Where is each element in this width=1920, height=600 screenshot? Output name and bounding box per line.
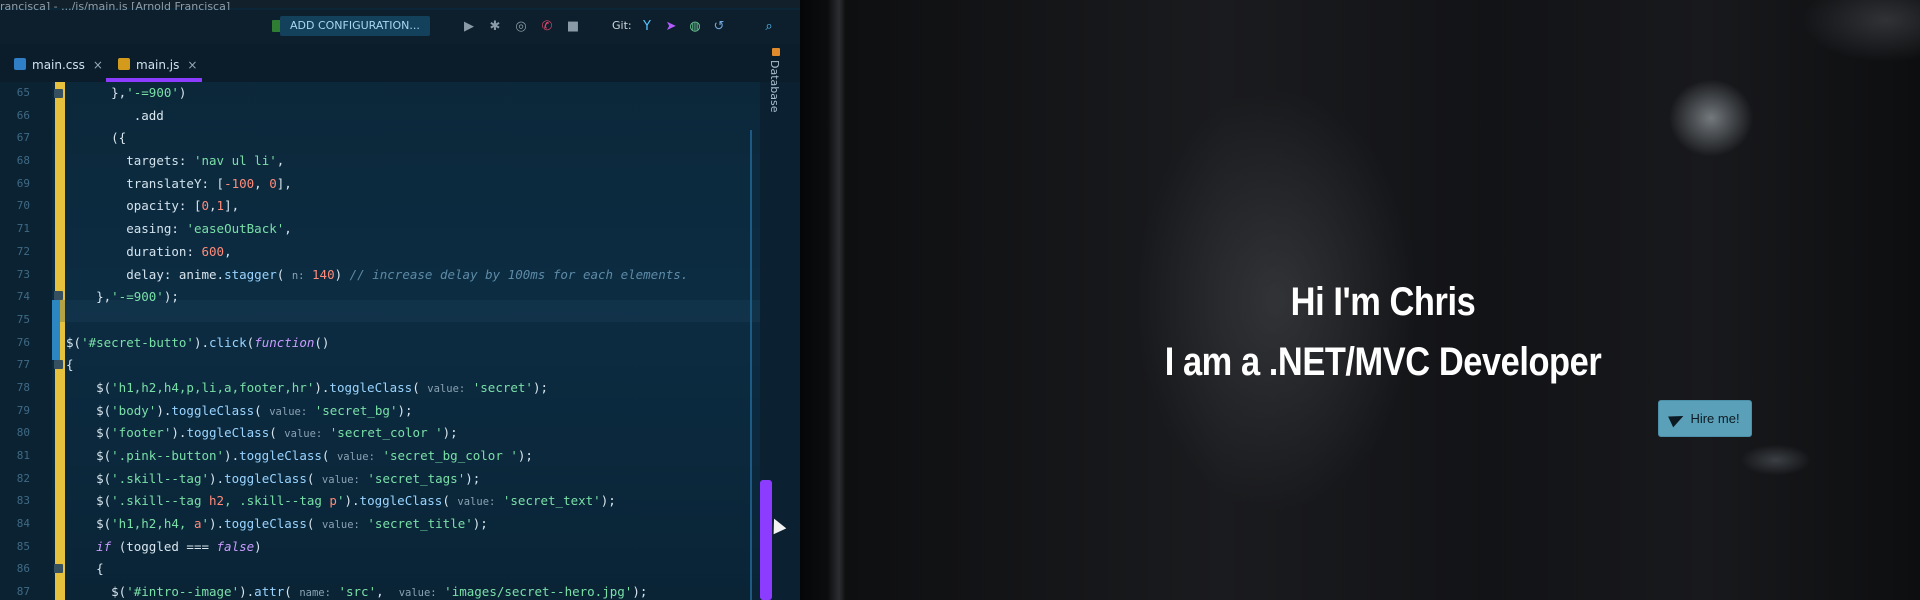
git-branch-icon: Y <box>643 19 651 34</box>
push-icon: ➤ <box>665 19 677 34</box>
line-number: 86 <box>16 562 30 576</box>
hero-greeting: Hi I'm Chris <box>1290 280 1476 324</box>
line-number: 69 <box>16 176 30 190</box>
fold-icon <box>54 291 63 300</box>
line-number: 72 <box>16 244 30 258</box>
rollback-icon: ↺ <box>713 19 725 34</box>
database-panel-label: Database <box>768 60 781 113</box>
line-number: 71 <box>16 222 30 236</box>
history-icon: ◍ <box>689 19 701 34</box>
git-label: Git: <box>612 19 632 32</box>
current-line-marker <box>52 300 60 360</box>
run-configuration: ADD CONFIGURATION... <box>280 16 430 36</box>
hire-me-button[interactable]: Hire me! <box>1658 400 1752 437</box>
tab-label: main.js <box>136 58 180 72</box>
monitor-bezel <box>800 0 846 600</box>
line-number: 75 <box>16 312 30 326</box>
hire-me-label: Hire me! <box>1690 411 1740 426</box>
line-number: 85 <box>16 539 30 553</box>
line-number: 68 <box>16 154 30 168</box>
run-icon: ▶ <box>464 19 474 34</box>
line-number: 73 <box>16 267 30 281</box>
js-file-icon <box>118 58 130 70</box>
line-number: 74 <box>16 290 30 304</box>
line-number: 87 <box>16 585 30 599</box>
hero-role: I am a .NET/MVC Developer <box>1164 340 1602 384</box>
tab-main-css: main.css × <box>14 54 103 76</box>
line-number: 81 <box>16 449 30 462</box>
line-number: 77 <box>16 358 30 372</box>
tab-label: main.css <box>32 58 85 72</box>
line-number: 65 <box>16 86 30 99</box>
coverage-icon: ◎ <box>515 19 527 34</box>
line-number: 78 <box>16 380 30 394</box>
line-number: 82 <box>16 471 30 485</box>
editor-tabs: main.css × main.js × <box>0 44 800 82</box>
fold-icon <box>54 564 63 573</box>
database-icon <box>772 48 780 56</box>
line-numbers: 65 66 67 68 69 70 71 72 73 74 75 76 77 7… <box>0 82 30 600</box>
hero-section: Hi I'm Chris I am a .NET/MVC Developer H… <box>846 0 1920 600</box>
line-number: 80 <box>16 426 30 440</box>
ide-photo: rancisca] - .../js/main.js [Arnold Franc… <box>0 0 800 600</box>
stop-icon: ■ <box>566 19 580 34</box>
line-number: 67 <box>16 131 30 145</box>
css-file-icon <box>14 58 26 70</box>
line-number: 66 <box>16 108 30 122</box>
line-number: 70 <box>16 199 30 213</box>
close-icon: × <box>187 58 198 72</box>
tab-main-js: main.js × <box>118 54 197 76</box>
scrollbar-thumb <box>760 480 772 600</box>
line-number: 83 <box>16 494 30 508</box>
fold-icon <box>54 89 63 98</box>
paper-plane-icon <box>1668 410 1687 427</box>
code-area: },'-=900') .add ({ targets: 'nav ul li',… <box>66 85 689 600</box>
debug-icon: ✱ <box>489 19 501 34</box>
fold-icon <box>54 360 63 369</box>
line-number: 76 <box>16 335 30 349</box>
ide-toolbar: ADD CONFIGURATION... ▶ ✱ ◎ ✆ ■ Git: Y ➤ … <box>0 10 800 44</box>
editor-scroll-track <box>750 130 752 600</box>
close-icon: × <box>92 58 103 72</box>
line-number: 79 <box>16 403 30 417</box>
search-icon: ⌕ <box>765 19 773 34</box>
phone-icon: ✆ <box>541 19 553 34</box>
line-number: 84 <box>16 517 30 531</box>
